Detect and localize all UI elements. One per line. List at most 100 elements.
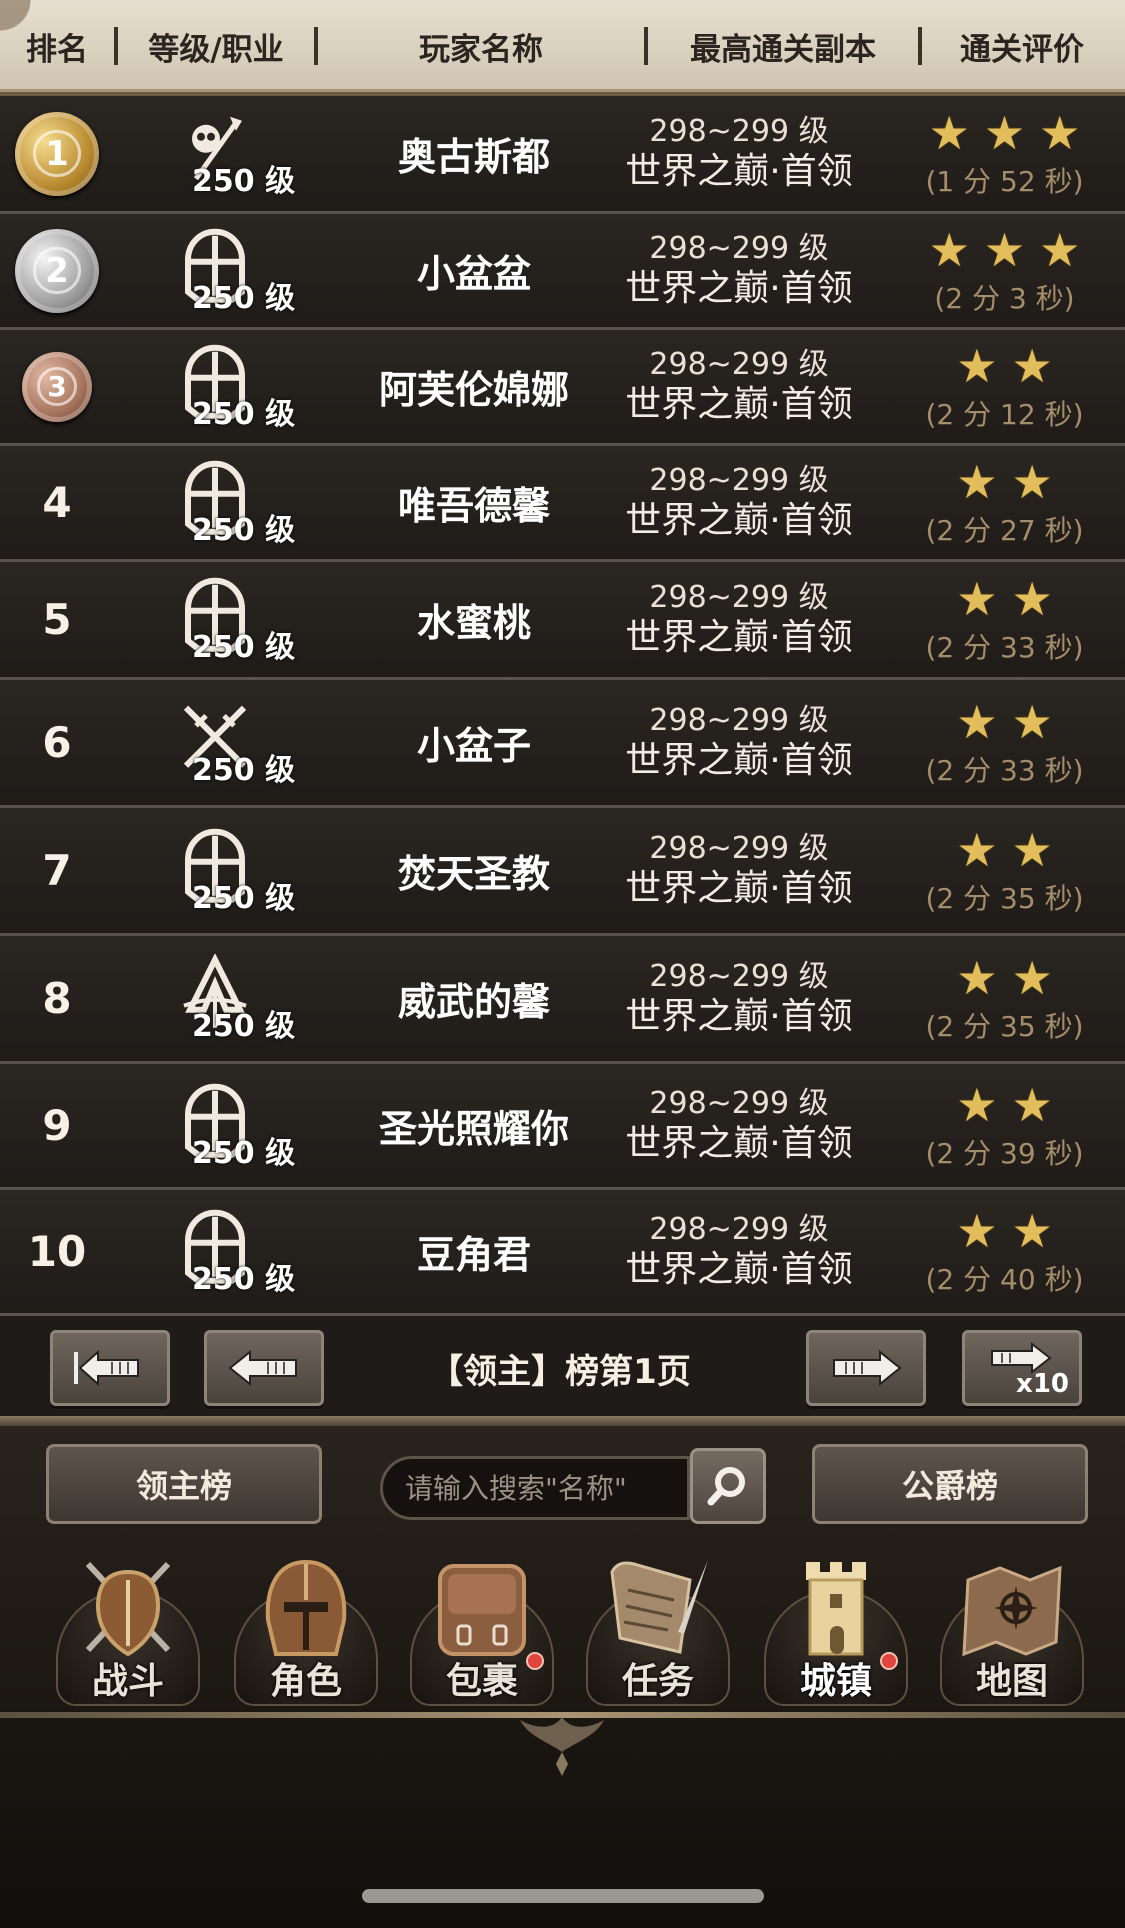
star-rating: ★ ★ ★	[884, 225, 1125, 275]
nav-tab[interactable]: 包裹	[402, 1540, 562, 1710]
prev-page-arrow-icon	[228, 1349, 297, 1387]
rank-cell: 4	[0, 478, 114, 527]
notification-badge	[526, 1652, 544, 1670]
medal-rank-number: 2	[33, 246, 81, 295]
dungeon-name: 世界之巅·首领	[625, 995, 853, 1037]
dungeon-name: 世界之巅·首领	[625, 383, 853, 425]
dungeon-cell: 298~299 级世界之巅·首领	[594, 231, 884, 310]
leaderboard-header: 排名 等级/职业 玩家名称 最高通关副本 通关评价	[0, 0, 1125, 96]
clear-time: (2 分 39 秒)	[925, 1136, 1084, 1170]
home-indicator[interactable]	[362, 1889, 764, 1903]
dungeon-cell: 298~299 级世界之巅·首领	[594, 831, 884, 910]
level-class-cell: 250 级	[114, 1064, 354, 1187]
rank-number: 7	[42, 846, 72, 895]
star-icon: ★	[956, 454, 998, 509]
star-rating: ★ ★ ★	[884, 108, 1125, 158]
level-class-cell: 250 级	[114, 330, 354, 443]
nav-tab[interactable]: 任务	[578, 1540, 738, 1710]
first-page-button[interactable]	[50, 1330, 170, 1406]
dungeon-level: 298~299 级	[649, 346, 829, 382]
leaderboard-row[interactable]: 8 250 级威武的馨 298~299 级世界之巅·首领 ★ ★ (2 分 35 秒)	[0, 936, 1125, 1064]
notification-badge	[880, 1652, 898, 1670]
dungeon-cell: 298~299 级世界之巅·首领	[594, 1212, 884, 1291]
next-page-button[interactable]	[806, 1330, 926, 1406]
star-rating: ★ ★	[884, 1080, 1125, 1130]
dungeon-cell: 298~299 级世界之巅·首领	[594, 580, 884, 659]
star-icon: ★	[1011, 1203, 1053, 1258]
prev-page-button[interactable]	[204, 1330, 324, 1406]
bronze-medal-icon: 3	[22, 351, 92, 422]
player-level: 250 级	[192, 1261, 296, 1297]
player-name: 圣光照耀你	[378, 1107, 569, 1151]
dungeon-cell: 298~299 级世界之巅·首领	[594, 703, 884, 782]
star-icon: ★	[956, 1077, 998, 1132]
star-icon: ★	[1039, 105, 1081, 160]
leaderboard-row[interactable]: 10 250 级豆角君 298~299 级世界之巅·首领 ★ ★ (2 分 40 秒)	[0, 1190, 1125, 1316]
star-icon: ★	[1011, 1077, 1053, 1132]
rank-number: 4	[42, 478, 72, 527]
leaderboard-row[interactable]: 3 250 级阿芙伦婂娜 298~299 级世界之巅·首领 ★ ★ (2 分 12 秒)	[0, 330, 1125, 446]
corner-ornament	[0, 0, 70, 96]
nav-tab[interactable]: 城镇	[756, 1540, 916, 1710]
nav-tab[interactable]: 角色	[226, 1540, 386, 1710]
clear-time: (2 分 3 秒)	[934, 281, 1075, 315]
search-input[interactable]	[405, 1471, 687, 1505]
rank-cell: 2	[0, 228, 114, 313]
search-button[interactable]	[690, 1448, 766, 1524]
header-rating: 通关评价	[960, 31, 1084, 68]
rating-cell: ★ ★ (2 分 35 秒)	[884, 825, 1125, 917]
star-rating: ★ ★	[884, 1206, 1125, 1256]
rank-cell: 1	[0, 111, 114, 196]
nav-tab-label: 角色	[269, 1661, 342, 1702]
skip-ten-pages-button[interactable]: x10	[962, 1330, 1082, 1406]
star-rating: ★ ★	[884, 697, 1125, 747]
dungeon-level: 298~299 级	[649, 1085, 829, 1121]
skip-ten-label: x10	[1016, 1369, 1069, 1399]
dungeon-level: 298~299 级	[649, 702, 829, 738]
dungeon-cell: 298~299 级世界之巅·首领	[594, 463, 884, 542]
leaderboard-row[interactable]: 7 250 级焚天圣教 298~299 级世界之巅·首领 ★ ★ (2 分 35 秒)	[0, 808, 1125, 936]
level-class-cell: 250 级	[114, 936, 354, 1061]
level-class-cell: 250 级	[114, 680, 354, 805]
panel-divider	[0, 1416, 1125, 1426]
pagination-bar: 【领主】榜第1页 x10	[0, 1316, 1125, 1416]
star-icon: ★	[956, 338, 998, 393]
star-rating: ★ ★	[884, 953, 1125, 1003]
player-name: 威武的馨	[397, 980, 550, 1024]
star-icon: ★	[1011, 694, 1053, 749]
dungeon-cell: 298~299 级世界之巅·首领	[594, 1086, 884, 1165]
player-name: 奥古斯都	[397, 135, 550, 179]
nav-tab-label: 任务	[621, 1661, 694, 1702]
leaderboard-row[interactable]: 9 250 级圣光照耀你 298~299 级世界之巅·首领 ★ ★ (2 分 39 秒)	[0, 1064, 1125, 1190]
leaderboard-row[interactable]: 6 250 级小盆子 298~299 级世界之巅·首领 ★ ★ (2 分 33 秒)	[0, 680, 1125, 808]
dungeon-level: 298~299 级	[649, 230, 829, 266]
leaderboard-row[interactable]: 4 250 级唯吾德馨 298~299 级世界之巅·首领 ★ ★ (2 分 27 秒)	[0, 446, 1125, 562]
nav-tab[interactable]: 地图	[932, 1540, 1092, 1710]
leaderboard-row[interactable]: 1 250 级奥古斯都 298~299 级世界之巅·首领 ★ ★ ★ (1 分 52 秒)	[0, 96, 1125, 214]
silver-medal-icon: 2	[15, 228, 99, 313]
rank-number: 10	[27, 1227, 87, 1276]
rank-number: 9	[42, 1101, 72, 1150]
dungeon-cell: 298~299 级世界之巅·首领	[594, 959, 884, 1038]
dungeon-name: 世界之巅·首领	[625, 867, 853, 909]
rating-cell: ★ ★ (2 分 12 秒)	[884, 341, 1125, 433]
leaderboard-list: 1 250 级奥古斯都 298~299 级世界之巅·首领 ★ ★ ★ (1 分 52 秒) 2…	[0, 96, 1125, 1316]
star-rating: ★ ★	[884, 341, 1125, 391]
nav-tab[interactable]: 战斗	[48, 1540, 208, 1710]
filigree-emblem	[520, 1717, 604, 1776]
player-level: 250 级	[192, 512, 296, 548]
duke-rank-button[interactable]: 公爵榜	[812, 1444, 1088, 1524]
rating-cell: ★ ★ ★ (1 分 52 秒)	[884, 108, 1125, 200]
star-icon: ★	[956, 1203, 998, 1258]
lord-rank-button[interactable]: 领主榜	[46, 1444, 322, 1524]
star-icon: ★	[1011, 822, 1053, 877]
rank-cell: 10	[0, 1227, 114, 1276]
gold-medal-icon: 1	[15, 111, 99, 196]
star-icon: ★	[956, 950, 998, 1005]
leaderboard-row[interactable]: 2 250 级小盆盆 298~299 级世界之巅·首领 ★ ★ ★ (2 分 3 秒)	[0, 214, 1125, 330]
medal-rank-number: 3	[37, 366, 77, 407]
star-icon: ★	[1011, 571, 1053, 626]
player-level: 250 级	[192, 752, 296, 788]
rank-number: 5	[42, 595, 72, 644]
leaderboard-row[interactable]: 5 250 级水蜜桃 298~299 级世界之巅·首领 ★ ★ (2 分 33 秒)	[0, 562, 1125, 680]
